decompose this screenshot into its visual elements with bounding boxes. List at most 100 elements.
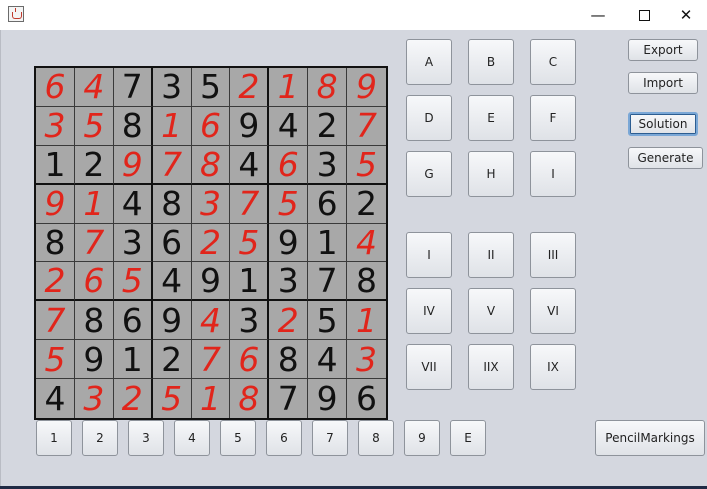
sudoku-cell[interactable]: 3: [36, 106, 75, 146]
roman-button-iii[interactable]: III: [530, 232, 576, 278]
number-button-9[interactable]: 9: [404, 420, 440, 456]
letter-button-d[interactable]: D: [406, 95, 452, 141]
sudoku-cell[interactable]: 7: [113, 68, 153, 107]
sudoku-cell[interactable]: 1: [36, 145, 75, 185]
sudoku-cell[interactable]: 3: [75, 379, 114, 418]
sudoku-cell[interactable]: 3: [269, 262, 309, 302]
sudoku-cell[interactable]: 9: [36, 184, 75, 224]
number-button-7[interactable]: 7: [312, 420, 348, 456]
letter-button-b[interactable]: B: [468, 39, 514, 85]
sudoku-cell[interactable]: 4: [347, 224, 386, 263]
sudoku-cell[interactable]: 5: [269, 184, 309, 224]
sudoku-cell[interactable]: 6: [113, 301, 153, 341]
sudoku-cell[interactable]: 8: [347, 262, 386, 302]
sudoku-cell[interactable]: 1: [230, 262, 270, 302]
sudoku-cell[interactable]: 4: [113, 184, 153, 224]
maximize-button[interactable]: [621, 0, 667, 30]
roman-button-ix[interactable]: IX: [530, 344, 576, 390]
sudoku-cell[interactable]: 4: [36, 379, 75, 418]
sudoku-cell[interactable]: 6: [36, 68, 75, 107]
letter-button-a[interactable]: A: [406, 39, 452, 85]
sudoku-cell[interactable]: 1: [269, 68, 309, 107]
close-button[interactable]: ✕: [663, 0, 707, 30]
sudoku-cell[interactable]: 5: [230, 223, 270, 263]
letter-button-f[interactable]: F: [530, 95, 576, 141]
letter-button-h[interactable]: H: [468, 151, 514, 197]
number-button-8[interactable]: 8: [358, 420, 394, 456]
sudoku-cell[interactable]: 7: [347, 107, 386, 146]
sudoku-cell[interactable]: 9: [308, 379, 348, 418]
sudoku-cell[interactable]: 6: [269, 145, 309, 185]
sudoku-cell[interactable]: 1: [308, 223, 348, 263]
sudoku-cell[interactable]: 7: [74, 223, 114, 263]
number-button-2[interactable]: 2: [82, 420, 118, 456]
roman-button-vi[interactable]: VI: [530, 288, 576, 334]
sudoku-cell[interactable]: 6: [230, 340, 270, 380]
sudoku-cell[interactable]: 9: [347, 68, 386, 107]
sudoku-cell[interactable]: 6: [152, 223, 192, 263]
sudoku-cell[interactable]: 6: [347, 379, 386, 418]
sudoku-cell[interactable]: 8: [191, 145, 231, 185]
roman-button-iv[interactable]: IV: [406, 288, 452, 334]
sudoku-cell[interactable]: 1: [113, 340, 153, 380]
sudoku-cell[interactable]: 9: [269, 223, 309, 263]
sudoku-cell[interactable]: 6: [308, 184, 348, 224]
roman-button-v[interactable]: V: [468, 288, 514, 334]
letter-button-i[interactable]: I: [530, 151, 576, 197]
sudoku-cell[interactable]: 5: [308, 301, 348, 341]
sudoku-cell[interactable]: 2: [347, 185, 386, 224]
generate-button[interactable]: Generate: [628, 147, 703, 169]
sudoku-cell[interactable]: 3: [230, 301, 270, 341]
sudoku-cell[interactable]: 4: [230, 145, 270, 185]
roman-button-iix[interactable]: IIX: [468, 344, 514, 390]
sudoku-cell[interactable]: 5: [347, 146, 386, 185]
sudoku-cell[interactable]: 1: [347, 301, 386, 341]
sudoku-cell[interactable]: 8: [36, 223, 75, 263]
sudoku-cell[interactable]: 5: [113, 262, 153, 302]
export-button[interactable]: Export: [628, 39, 698, 61]
sudoku-cell[interactable]: 7: [308, 262, 348, 302]
pencil-markings-button[interactable]: PencilMarkings: [595, 420, 705, 456]
sudoku-cell[interactable]: 3: [347, 340, 386, 380]
sudoku-cell[interactable]: 6: [74, 262, 114, 302]
sudoku-cell[interactable]: 4: [152, 262, 192, 302]
sudoku-cell[interactable]: 2: [269, 301, 309, 341]
sudoku-cell[interactable]: 4: [269, 106, 309, 146]
sudoku-cell[interactable]: 1: [74, 184, 114, 224]
sudoku-cell[interactable]: 5: [74, 106, 114, 146]
sudoku-cell[interactable]: 7: [36, 301, 75, 341]
sudoku-cell[interactable]: 8: [269, 340, 309, 380]
number-button-1[interactable]: 1: [36, 420, 72, 456]
sudoku-cell[interactable]: 7: [152, 145, 192, 185]
sudoku-cell[interactable]: 2: [74, 145, 114, 185]
roman-button-vii[interactable]: VII: [406, 344, 452, 390]
number-button-3[interactable]: 3: [128, 420, 164, 456]
sudoku-cell[interactable]: 8: [152, 184, 192, 224]
letter-button-e[interactable]: E: [468, 95, 514, 141]
sudoku-cell[interactable]: 9: [113, 145, 153, 185]
sudoku-cell[interactable]: 8: [230, 379, 270, 418]
sudoku-cell[interactable]: 1: [152, 106, 192, 146]
minimize-button[interactable]: —: [575, 0, 621, 30]
solution-button[interactable]: Solution: [628, 112, 698, 136]
sudoku-cell[interactable]: 5: [191, 68, 231, 107]
sudoku-cell[interactable]: 4: [308, 340, 348, 380]
sudoku-cell[interactable]: 2: [308, 106, 348, 146]
sudoku-cell[interactable]: 3: [113, 223, 153, 263]
sudoku-cell[interactable]: 9: [230, 106, 270, 146]
number-button-6[interactable]: 6: [266, 420, 302, 456]
sudoku-cell[interactable]: 2: [152, 340, 192, 380]
sudoku-cell[interactable]: 5: [153, 379, 192, 418]
sudoku-cell[interactable]: 3: [152, 68, 192, 107]
sudoku-cell[interactable]: 1: [192, 379, 231, 418]
number-button-4[interactable]: 4: [174, 420, 210, 456]
sudoku-cell[interactable]: 7: [230, 184, 270, 224]
roman-button-i[interactable]: I: [406, 232, 452, 278]
sudoku-cell[interactable]: 8: [308, 68, 348, 107]
sudoku-cell[interactable]: 8: [113, 106, 153, 146]
sudoku-cell[interactable]: 9: [191, 262, 231, 302]
sudoku-cell[interactable]: 3: [191, 184, 231, 224]
letter-button-c[interactable]: C: [530, 39, 576, 85]
import-button[interactable]: Import: [628, 72, 698, 94]
sudoku-cell[interactable]: 8: [74, 301, 114, 341]
